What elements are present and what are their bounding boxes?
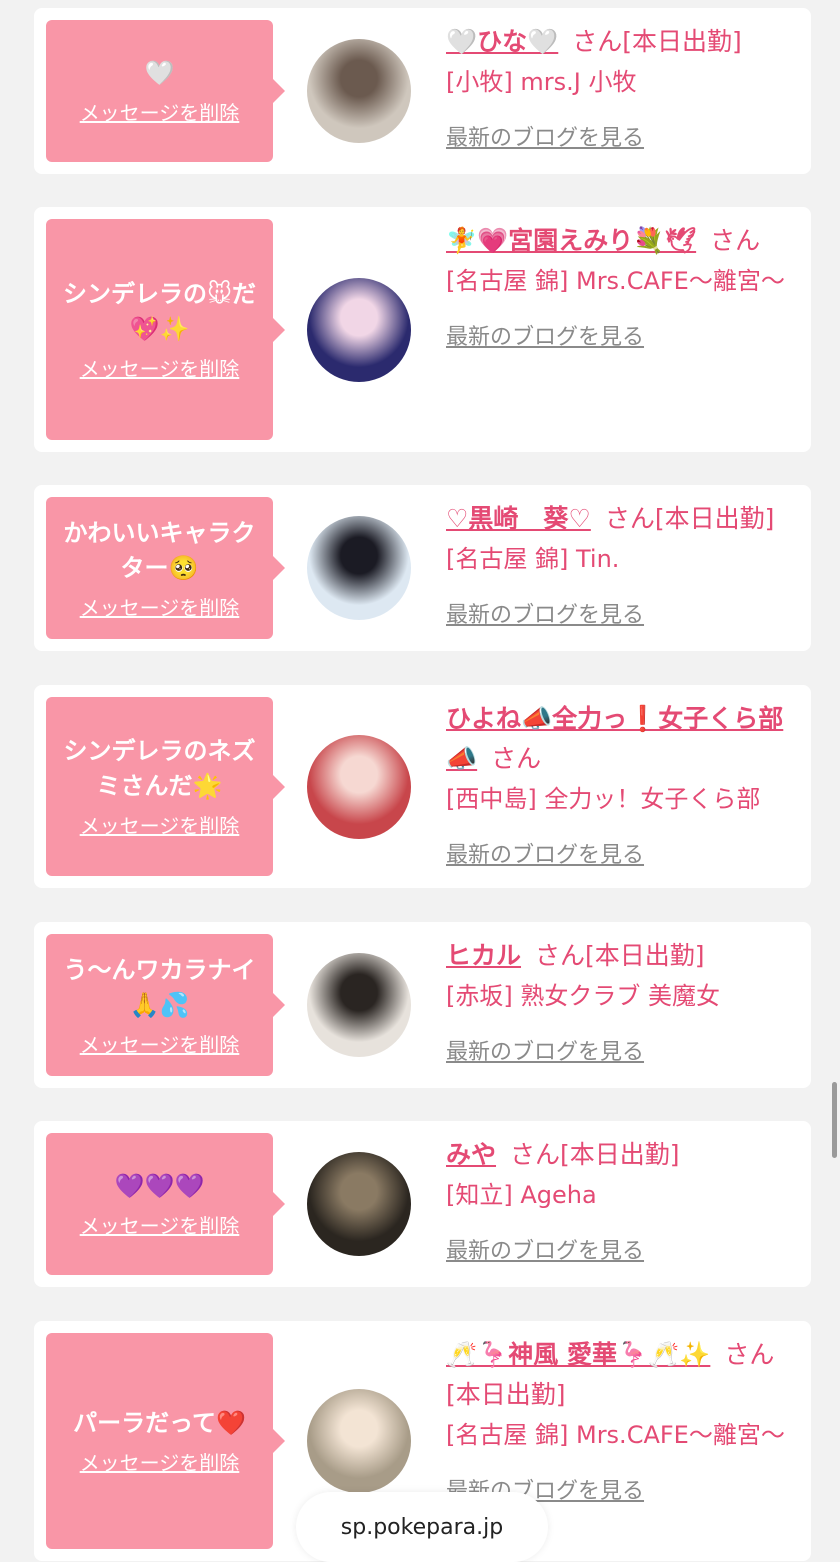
honorific: さん [535,941,586,970]
delete-message-link[interactable]: メッセージを削除 [80,592,240,621]
message-text: シンデレラのネズミさんだ🌟 [63,737,256,800]
status-label: [本日出勤] [560,1140,680,1169]
status-label: [本日出勤] [622,27,742,56]
name-line: 🥂🦩神風 愛華🦩🥂✨ さん [本日出勤] [446,1335,798,1415]
shop-name: [名古屋 錦] Mrs.CAFE～離宮～ [446,267,785,295]
latest-blog-link[interactable]: 最新のブログを見る [446,1034,644,1066]
message-text: パーラだって❤️ [73,1409,246,1437]
girl-info: みや さん[本日出勤] [知立] Ageha 最新のブログを見る [446,1135,798,1265]
latest-blog-link[interactable]: 最新のブログを見る [446,120,644,152]
girl-info: ♡黒崎 葵♡ さん[本日出勤] [名古屋 錦] Tin. 最新のブログを見る [446,499,798,629]
girl-info: 🥂🦩神風 愛華🦩🥂✨ さん[本日出勤] [名古屋 錦] Mrs.CAFE～離宮～ … [446,1335,798,1505]
message-text: う～んワカラナイ🙏💦 [63,955,256,1019]
avatar[interactable] [307,735,411,839]
message-card: かわいいキャラクター🥺 メッセージを削除 ♡黒崎 葵♡ さん[本日出勤] [名古屋… [34,485,811,651]
message-bubble: パーラだって❤️ メッセージを削除 [46,1333,285,1549]
name-line: みや さん[本日出勤] [446,1135,798,1175]
latest-blog-link[interactable]: 最新のブログを見る [446,837,644,869]
delete-message-link[interactable]: メッセージを削除 [80,810,240,839]
shop-name: [小牧] mrs.J 小牧 [446,68,637,96]
honorific: さん [604,504,655,533]
message-text: 💜💜💜 [114,1172,205,1200]
name-line: ひよね📣全力っ❗女子くら部📣 さん [446,699,798,779]
girl-info: 🤍ひな🤍 さん[本日出勤] [小牧] mrs.J 小牧 最新のブログを見る [446,22,798,152]
message-card: 🤍 メッセージを削除 🤍ひな🤍 さん[本日出勤] [小牧] mrs.J 小牧 最新… [34,8,811,174]
message-text: かわいいキャラクター🥺 [63,518,256,582]
message-bubble: う～んワカラナイ🙏💦 メッセージを削除 [46,934,285,1076]
girl-name-link[interactable]: ♡黒崎 葵♡ [446,504,591,533]
shop-name: [名古屋 錦] Mrs.CAFE～離宮～ [446,1421,785,1449]
girl-info: 🧚💗宮園えみり💐🕊 さん [名古屋 錦] Mrs.CAFE～離宮～ 最新のブログを… [446,221,798,351]
avatar[interactable] [307,39,411,143]
status-label: [本日出勤] [654,504,775,533]
shop-name: [赤坂] 熟女クラブ 美魔女 [446,982,720,1010]
latest-blog-link[interactable]: 最新のブログを見る [446,597,644,629]
shop-name: [西中島] 全力ッ！女子くら部 [446,785,761,813]
message-bubble: シンデレラのネズミさんだ🌟 メッセージを削除 [46,697,285,876]
honorific: さん [491,744,542,773]
message-card: う～んワカラナイ🙏💦 メッセージを削除 ヒカル さん[本日出勤] [赤坂] 熟女ク… [34,922,811,1088]
girl-name-link[interactable]: みや [446,1140,496,1169]
address-bar[interactable]: sp.pokepara.jp [296,1492,548,1562]
message-card: 💜💜💜 メッセージを削除 みや さん[本日出勤] [知立] Ageha 最新のブロ… [34,1121,811,1287]
name-line: 🧚💗宮園えみり💐🕊 さん [446,221,798,261]
message-text: シンデレラの🐭だ💖✨ [62,280,257,343]
message-card: シンデレラのネズミさんだ🌟 メッセージを削除 ひよね📣全力っ❗女子くら部📣 さん … [34,685,811,888]
girl-name-link[interactable]: 🥂🦩神風 愛華🦩🥂✨ [446,1340,710,1369]
latest-blog-link[interactable]: 最新のブログを見る [446,1233,644,1265]
avatar[interactable] [307,516,411,620]
message-bubble: シンデレラの🐭だ💖✨ メッセージを削除 [46,219,285,440]
scrollbar[interactable] [832,1082,837,1158]
message-card: シンデレラの🐭だ💖✨ メッセージを削除 🧚💗宮園えみり💐🕊 さん [名古屋 錦] … [34,207,811,452]
message-bubble: 💜💜💜 メッセージを削除 [46,1133,285,1275]
shop-name: [名古屋 錦] Tin. [446,545,620,573]
delete-message-link[interactable]: メッセージを削除 [80,1029,240,1058]
avatar[interactable] [307,1389,411,1493]
avatar[interactable] [307,1152,411,1256]
avatar[interactable] [307,278,411,382]
girl-name-link[interactable]: ヒカル [446,941,521,970]
honorific: さん [710,226,761,255]
avatar[interactable] [307,953,411,1057]
shop-name: [知立] Ageha [446,1181,597,1209]
honorific: さん [724,1340,775,1369]
honorific: さん [572,27,623,56]
delete-message-link[interactable]: メッセージを削除 [80,353,240,382]
girl-info: ヒカル さん[本日出勤] [赤坂] 熟女クラブ 美魔女 最新のブログを見る [446,936,798,1066]
name-line: 🤍ひな🤍 さん[本日出勤] [446,22,798,62]
name-line: ♡黒崎 葵♡ さん[本日出勤] [446,499,798,539]
girl-name-link[interactable]: 🤍ひな🤍 [446,27,558,56]
message-text: 🤍 [144,59,175,87]
message-bubble: 🤍 メッセージを削除 [46,20,285,162]
url-text: sp.pokepara.jp [340,1514,504,1540]
status-label: [本日出勤] [585,941,705,970]
latest-blog-link[interactable]: 最新のブログを見る [446,319,644,351]
delete-message-link[interactable]: メッセージを削除 [80,1447,240,1476]
girl-info: ひよね📣全力っ❗女子くら部📣 さん [西中島] 全力ッ！女子くら部 最新のブログを… [446,699,798,869]
delete-message-link[interactable]: メッセージを削除 [80,1210,240,1239]
status-label: [本日出勤] [446,1380,566,1409]
name-line: ヒカル さん[本日出勤] [446,936,798,976]
girl-name-link[interactable]: 🧚💗宮園えみり💐🕊 [446,226,696,255]
delete-message-link[interactable]: メッセージを削除 [80,97,240,126]
message-bubble: かわいいキャラクター🥺 メッセージを削除 [46,497,285,639]
honorific: さん [510,1140,561,1169]
